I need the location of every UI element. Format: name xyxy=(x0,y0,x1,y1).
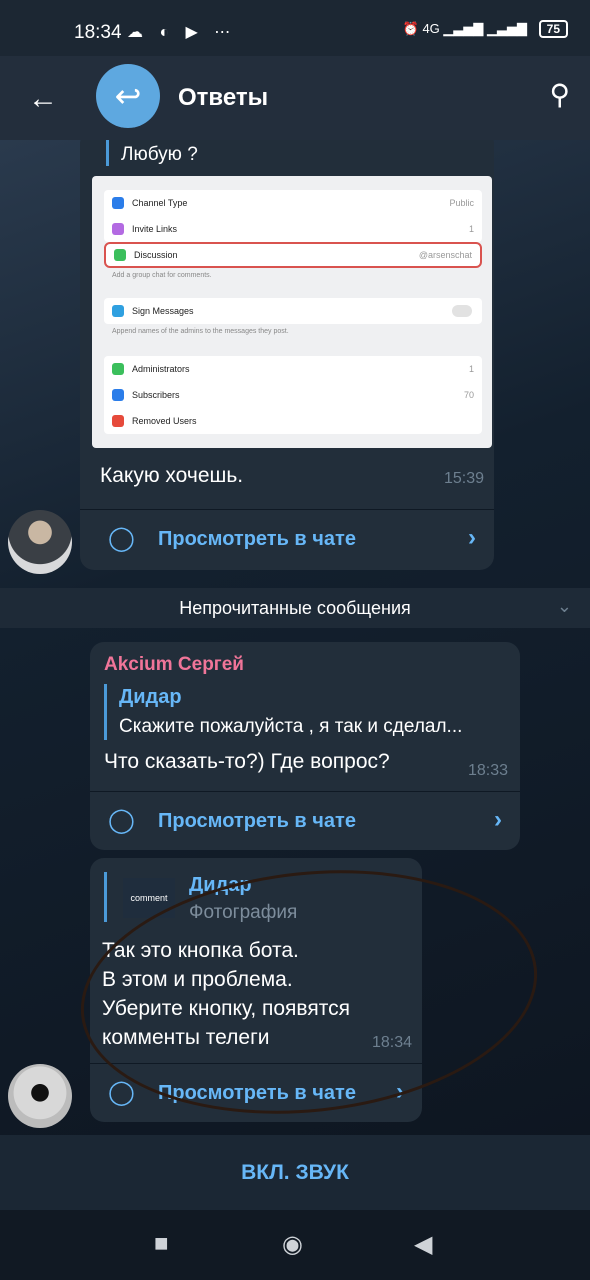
chat-bubble-icon: ◯ xyxy=(108,525,135,552)
chevron-right-icon: › xyxy=(494,806,502,833)
row-label: Sign Messages xyxy=(132,306,194,316)
chat-bubble-icon: ◯ xyxy=(108,1079,135,1106)
avatar[interactable] xyxy=(8,510,72,574)
message-time: 15:39 xyxy=(443,470,484,487)
row-label: Discussion xyxy=(134,250,178,260)
unread-label: Непрочитанные сообщения xyxy=(179,598,411,618)
home-icon[interactable]: ◉ xyxy=(282,1230,303,1259)
search-icon[interactable]: ⚲ xyxy=(549,78,570,111)
row-value: 1 xyxy=(468,224,474,234)
row-value: 70 xyxy=(463,390,474,400)
message-text: Что сказать-то?) Где вопрос? xyxy=(104,750,390,773)
reply-arrow-icon: ↩ xyxy=(96,64,160,128)
row-discussion: Discussion @arsenschat xyxy=(104,242,482,268)
sound-on-label: ВКЛ. ЗВУК xyxy=(241,1161,349,1184)
page-title: Ответы xyxy=(178,84,269,111)
row-channel-type: Channel Type Public xyxy=(104,190,482,216)
status-time: 18:34 xyxy=(74,22,122,43)
back-icon[interactable]: ◀ xyxy=(414,1230,432,1259)
chat-icon xyxy=(114,249,126,261)
sender-name: Akcium Сергей xyxy=(104,654,244,675)
battery-indicator: 75 xyxy=(538,20,568,38)
row-value: @arsenschat xyxy=(418,250,472,260)
reply-name: Дидар xyxy=(119,686,182,708)
subscribers-icon xyxy=(112,389,124,401)
link-icon xyxy=(112,223,124,235)
row-value: Public xyxy=(449,198,474,208)
row-sign-messages: Sign Messages xyxy=(104,298,482,324)
chevron-right-icon: › xyxy=(468,524,476,551)
status-bar: 18:34 ☁ ◐ ▶ ⋯ ⏰ 4G ▁▃▅▇ ▁▃▅▇ 75 xyxy=(0,0,590,56)
message-bubble[interactable]: Любую ? Channel Type Public Invite Links… xyxy=(80,140,494,570)
arrow-left-icon[interactable]: ← xyxy=(28,82,58,116)
megaphone-icon xyxy=(112,197,124,209)
top-bar: ← ↩ Ответы ⚲ xyxy=(0,56,590,140)
chevron-down-icon[interactable]: ⌄ xyxy=(557,596,572,617)
status-right: ⏰ 4G ▁▃▅▇ ▁▃▅▇ 75 xyxy=(403,20,568,38)
reply-text: Любую ? xyxy=(121,144,198,165)
avatar[interactable] xyxy=(8,1064,72,1128)
unread-divider: Непрочитанные сообщения ⌄ xyxy=(0,588,590,628)
reply-text: Скажите пожалуйста , я так и сделал... xyxy=(119,716,463,737)
view-in-chat-button[interactable]: ◯ Просмотреть в чате › xyxy=(90,510,494,566)
row-removed-users: Removed Users xyxy=(104,408,482,434)
recents-icon[interactable]: ■ xyxy=(154,1230,169,1258)
sound-on-button[interactable]: ВКЛ. ЗВУК xyxy=(0,1135,590,1210)
admin-icon xyxy=(112,363,124,375)
note-sign: Append names of the admins to the messag… xyxy=(112,328,289,335)
network-label: 4G xyxy=(422,21,440,36)
row-value: 1 xyxy=(468,364,474,374)
message-bubble[interactable]: Akcium Сергей Дидар Скажите пожалуйста ,… xyxy=(90,642,520,850)
system-nav-bar: ■ ◉ ◀ xyxy=(0,1210,590,1280)
toggle-switch xyxy=(452,305,472,317)
signal-icon: ▁▃▅▇ ▁▃▅▇ xyxy=(443,21,528,36)
settings-screenshot[interactable]: Channel Type Public Invite Links 1 Discu… xyxy=(92,176,492,448)
sign-icon xyxy=(112,305,124,317)
message-text: Какую хочешь. xyxy=(100,464,244,487)
chat-area[interactable]: Любую ? Channel Type Public Invite Links… xyxy=(0,140,590,1135)
row-administrators: Administrators 1 xyxy=(104,356,482,382)
reply-quote[interactable]: Любую ? xyxy=(106,140,481,166)
view-in-chat-button[interactable]: ◯ Просмотреть в чате › xyxy=(90,792,520,848)
row-subscribers: Subscribers 70 xyxy=(104,382,482,408)
removed-icon xyxy=(112,415,124,427)
message-time: 18:33 xyxy=(467,762,508,779)
view-in-chat-label: Просмотреть в чате xyxy=(158,528,356,550)
notification-icons: ☁ ◐ ▶ ⋯ xyxy=(127,24,237,41)
note-discussion: Add a group chat for comments. xyxy=(112,272,212,279)
row-label: Administrators xyxy=(132,364,190,374)
row-label: Removed Users xyxy=(132,416,197,426)
view-in-chat-label: Просмотреть в чате xyxy=(158,810,356,832)
reply-quote[interactable]: Дидар Скажите пожалуйста , я так и сдела… xyxy=(104,684,519,740)
row-label: Subscribers xyxy=(132,390,180,400)
row-label: Invite Links xyxy=(132,224,178,234)
chat-bubble-icon: ◯ xyxy=(108,807,135,834)
row-invite-links: Invite Links 1 xyxy=(104,216,482,242)
alarm-icon: ⏰ xyxy=(402,21,419,36)
row-label: Channel Type xyxy=(132,198,188,208)
